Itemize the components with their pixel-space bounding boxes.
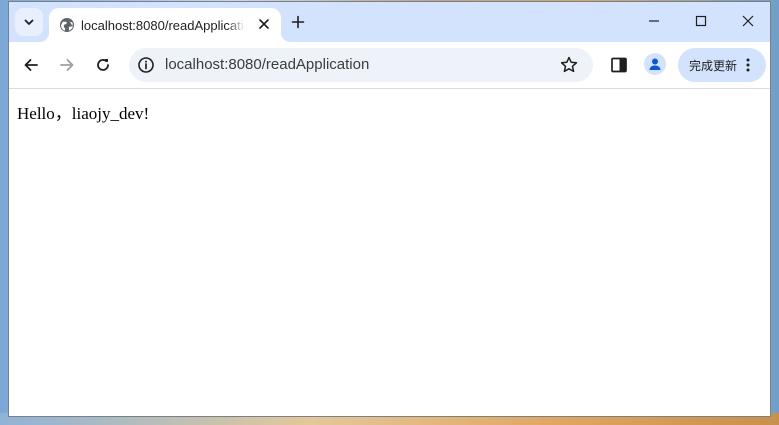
- page-content: Hello，liaojy_dev!: [9, 89, 770, 416]
- reload-icon: [97, 59, 109, 71]
- chevron-down-icon: [23, 16, 35, 28]
- minimize-icon: [649, 20, 659, 22]
- tab-close-button[interactable]: [255, 15, 273, 33]
- side-panel-icon: [611, 57, 627, 73]
- url-text[interactable]: localhost:8080/readApplication: [165, 56, 369, 74]
- maximize-icon: [695, 15, 707, 27]
- tab-title: localhost:8080/readApplication: [81, 17, 245, 35]
- arrow-left-icon: [24, 59, 38, 71]
- greeting-text: Hello，liaojy_dev!: [17, 104, 150, 123]
- close-icon: [259, 19, 269, 29]
- forward-button[interactable]: [55, 53, 79, 77]
- reload-button[interactable]: [91, 53, 115, 77]
- globe-icon: [59, 17, 75, 33]
- kebab-menu-icon[interactable]: [740, 57, 756, 73]
- title-bar: localhost:8080/readApplication: [9, 2, 770, 42]
- person-icon: [649, 58, 661, 70]
- address-bar[interactable]: localhost:8080/readApplication: [129, 48, 593, 82]
- profile-button[interactable]: [644, 53, 666, 75]
- back-button[interactable]: [19, 53, 43, 77]
- update-label: 完成更新: [689, 58, 738, 73]
- browser-window: localhost:8080/readApplication localhost…: [8, 1, 771, 417]
- toolbar: localhost:8080/readApplication 完成更新: [9, 42, 770, 89]
- side-panel-button[interactable]: [609, 55, 629, 75]
- window-close-button[interactable]: [725, 2, 770, 40]
- star-icon[interactable]: [559, 55, 579, 75]
- arrow-right-icon: [60, 59, 74, 71]
- info-icon[interactable]: [137, 56, 155, 74]
- tab-active[interactable]: localhost:8080/readApplication: [39, 8, 291, 42]
- update-button[interactable]: 完成更新: [678, 48, 766, 82]
- plus-icon: [291, 15, 305, 29]
- maximize-button[interactable]: [678, 2, 724, 40]
- new-tab-button[interactable]: [289, 13, 307, 31]
- minimize-button[interactable]: [631, 2, 677, 40]
- close-icon: [742, 15, 754, 27]
